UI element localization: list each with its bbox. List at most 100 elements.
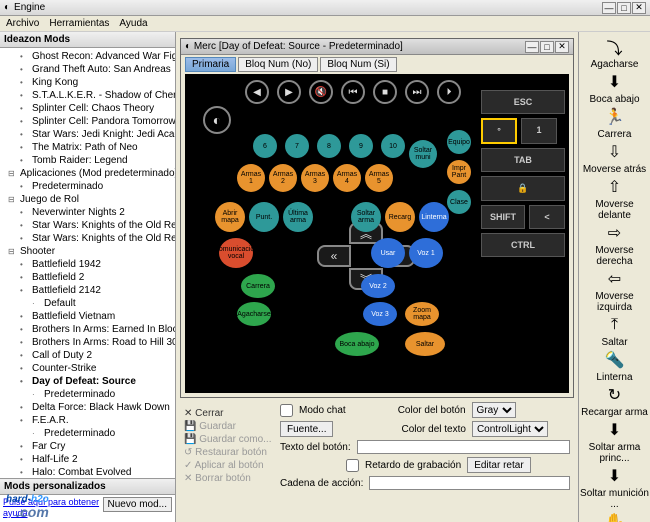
key-saltar[interactable]: Saltar: [405, 332, 445, 356]
close-icon[interactable]: ✕: [632, 2, 646, 14]
action-item[interactable]: ⤵Agacharse: [591, 36, 639, 70]
tree-item[interactable]: Splinter Cell: Chaos Theory: [2, 102, 173, 115]
tree-item[interactable]: Aplicaciones (Mod predeterminado): [2, 167, 173, 180]
tree-item[interactable]: Star Wars: Knights of the Old Republic: [2, 232, 173, 245]
key-shift[interactable]: SHIFT: [481, 205, 525, 229]
tree-item[interactable]: Halo: Combat Evolved: [2, 466, 173, 478]
key-Linterna[interactable]: Linterna: [419, 202, 449, 232]
tree-item[interactable]: Star Wars: Knights of the Old Republic: [2, 219, 173, 232]
menu-help[interactable]: Ayuda: [119, 18, 147, 29]
action-item[interactable]: 🏃Carrera: [598, 106, 632, 140]
delay-checkbox[interactable]: [346, 459, 359, 472]
tree-item[interactable]: King Kong: [2, 76, 173, 89]
key-Agacharse[interactable]: Agacharse: [237, 302, 271, 326]
tree-item[interactable]: Ghost Recon: Advanced War Fighter: [2, 50, 173, 63]
key-lessthan[interactable]: <: [529, 205, 565, 229]
tree-item[interactable]: Tomb Raider: Legend: [2, 154, 173, 167]
tree-item[interactable]: Half-Life 2: [2, 453, 173, 466]
tree-item[interactable]: Call of Duty 2: [2, 349, 173, 362]
tree-item[interactable]: Day of Defeat: Source: [2, 375, 173, 388]
tree-item[interactable]: The Matrix: Path of Neo: [2, 141, 173, 154]
key-armas-2[interactable]: Armas 2: [269, 164, 297, 192]
action-item[interactable]: ⇦Moverse izquirda: [579, 268, 650, 313]
action-item[interactable]: ⇧Moverse delante: [579, 176, 650, 221]
tree-item[interactable]: Battlefield 2142: [2, 284, 173, 297]
tab-numlock-on[interactable]: Bloq Num (Si): [320, 57, 396, 72]
tree-item[interactable]: Counter-Strike: [2, 362, 173, 375]
tree-item[interactable]: Grand Theft Auto: San Andreas: [2, 63, 173, 76]
tree-item[interactable]: Star Wars: Jedi Knight: Jedi Academy: [2, 128, 173, 141]
tree-item[interactable]: F.E.A.R.: [2, 414, 173, 427]
tree-item[interactable]: Battlefield 2: [2, 271, 173, 284]
media-stop-icon[interactable]: ■: [373, 80, 397, 104]
menu-tools[interactable]: Herramientas: [49, 18, 109, 29]
tree-item[interactable]: Neverwinter Nights 2: [2, 206, 173, 219]
action-item[interactable]: ↻Recargar arma: [581, 384, 648, 418]
key-degree[interactable]: °: [481, 118, 517, 144]
key-equipo[interactable]: Equipo: [447, 130, 471, 154]
tree-item[interactable]: Default: [2, 297, 173, 310]
key-Usar[interactable]: Usar: [371, 238, 405, 268]
tab-numlock-off[interactable]: Bloq Num (No): [238, 57, 318, 72]
child-close-icon[interactable]: ✕: [555, 41, 569, 53]
key-num-7[interactable]: 7: [285, 134, 309, 158]
action-item[interactable]: ⤒Saltar: [601, 314, 627, 348]
key-Carrera[interactable]: Carrera: [241, 274, 275, 298]
media-mute-icon[interactable]: 🔇: [309, 80, 333, 104]
tree-item[interactable]: Brothers In Arms: Road to Hill 30: [2, 336, 173, 349]
btntext-input[interactable]: [357, 440, 570, 454]
key-ctrl[interactable]: CTRL: [481, 233, 565, 257]
txtcolor-select[interactable]: ControlLight: [472, 421, 548, 437]
key-1[interactable]: 1: [521, 118, 557, 144]
media-play-icon[interactable]: ▶: [277, 80, 301, 104]
key-Última-arma[interactable]: Última arma: [283, 202, 313, 232]
action-item[interactable]: ✋Usar objeto: [589, 511, 640, 522]
media-rewind-icon[interactable]: ⏮: [341, 80, 365, 104]
child-maximize-icon[interactable]: □: [540, 41, 554, 53]
key-num-10[interactable]: 10: [381, 134, 405, 158]
action-item[interactable]: ⇨Moverse derecha: [579, 222, 650, 267]
media-prev-icon[interactable]: ◀: [245, 80, 269, 104]
child-minimize-icon[interactable]: —: [525, 41, 539, 53]
editdelay-button[interactable]: Editar retar: [467, 457, 530, 473]
key-imprpant[interactable]: Impr Pant: [447, 160, 471, 184]
chain-input[interactable]: [369, 476, 570, 490]
tree-item[interactable]: Far Cry: [2, 440, 173, 453]
action-item[interactable]: ⬇Boca abajo: [589, 71, 639, 105]
tree-item[interactable]: Delta Force: Black Hawk Down: [2, 401, 173, 414]
key-soltar-muni[interactable]: Soltar muni: [409, 140, 437, 168]
btncolor-select[interactable]: Gray: [472, 402, 516, 418]
key-Soltar-arma[interactable]: Soltar arma: [351, 202, 381, 232]
key-Punt.[interactable]: Punt.: [249, 202, 279, 232]
menu-file[interactable]: Archivo: [6, 18, 39, 29]
key-Zoom-mapa[interactable]: Zoom mapa: [405, 302, 439, 326]
key-num-6[interactable]: 6: [253, 134, 277, 158]
key-capslock[interactable]: 🔒: [481, 176, 565, 201]
tree-item[interactable]: Brothers In Arms: Earned In Blood: [2, 323, 173, 336]
media-next-icon[interactable]: ⏵: [437, 80, 461, 104]
key-num-9[interactable]: 9: [349, 134, 373, 158]
key-Comunicación-vocal[interactable]: Comunicación vocal: [219, 238, 253, 268]
action-item[interactable]: ⇩Moverse atrás: [583, 141, 646, 175]
key-esc[interactable]: ESC: [481, 90, 565, 114]
key-boca-abajo[interactable]: Boca abajo: [335, 332, 379, 356]
tree-item[interactable]: Splinter Cell: Pandora Tomorrow: [2, 115, 173, 128]
tree-item[interactable]: S.T.A.L.K.E.R. - Shadow of Chernobyl: [2, 89, 173, 102]
key-armas-1[interactable]: Armas 1: [237, 164, 265, 192]
dpad-left[interactable]: «: [317, 245, 351, 267]
tree-item[interactable]: Battlefield Vietnam: [2, 310, 173, 323]
minimize-icon[interactable]: —: [602, 2, 616, 14]
new-mod-button[interactable]: Nuevo mod...: [103, 497, 172, 512]
close-action[interactable]: ✕ Cerrar: [184, 408, 274, 419]
key-Recarg[interactable]: Recarg: [385, 202, 415, 232]
key-num-8[interactable]: 8: [317, 134, 341, 158]
tree-item[interactable]: Predeterminado: [2, 427, 173, 440]
action-item[interactable]: 🔦Linterna: [596, 349, 632, 383]
tree-item[interactable]: Battlefield 1942: [2, 258, 173, 271]
key-Abrir-mapa[interactable]: Abrir mapa: [215, 202, 245, 232]
key-armas-3[interactable]: Armas 3: [301, 164, 329, 192]
tree-item[interactable]: Predeterminado: [2, 388, 173, 401]
tree-item[interactable]: Juego de Rol: [2, 193, 173, 206]
key-armas-4[interactable]: Armas 4: [333, 164, 361, 192]
tab-primary[interactable]: Primaria: [185, 57, 236, 72]
